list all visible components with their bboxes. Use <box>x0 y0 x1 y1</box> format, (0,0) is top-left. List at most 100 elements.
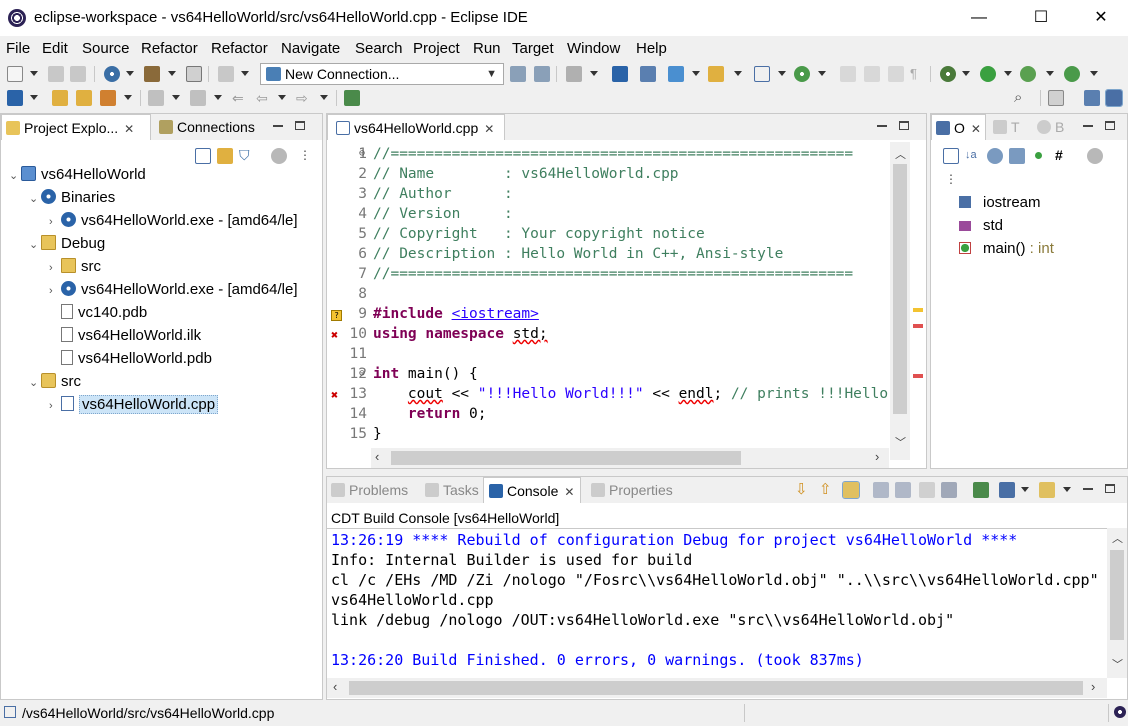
open-perspective-icon[interactable] <box>1048 90 1064 106</box>
outline-item[interactable]: iostream <box>959 194 1041 211</box>
chevron-right-icon[interactable]: › <box>49 216 61 228</box>
maximize-button[interactable]: ☐ <box>1018 0 1064 36</box>
chevron-up-icon[interactable]: ︿ <box>895 146 906 162</box>
tree-item[interactable]: › vs64HelloWorld.exe - [amd64/le] <box>49 212 298 234</box>
tree-item[interactable]: ⌄ vs64HelloWorld <box>9 166 146 188</box>
next-annotation-icon[interactable] <box>148 90 164 106</box>
last-edit-icon[interactable]: ⇐ <box>232 90 248 106</box>
menu-source[interactable]: Source <box>82 40 130 57</box>
console-vertical-scrollbar[interactable]: ︿ ﹀ <box>1107 528 1127 678</box>
show-console-icon[interactable] <box>941 482 957 498</box>
display-console-dropdown-icon[interactable] <box>1021 487 1029 492</box>
scroll-lock-icon[interactable] <box>842 481 860 499</box>
open-console-icon[interactable] <box>1039 482 1055 498</box>
build-dropdown-icon[interactable] <box>168 71 176 76</box>
collapse-all-icon[interactable] <box>943 148 959 164</box>
error-icon[interactable]: ✖ <box>331 329 343 341</box>
outline-item[interactable]: main() : int <box>959 240 1054 257</box>
pencil-icon[interactable] <box>100 90 116 106</box>
maximize-view-icon[interactable] <box>899 121 909 131</box>
tab-project-explorer[interactable]: Project Explo... ✕ <box>1 114 151 140</box>
external-tools-icon[interactable] <box>1064 66 1080 82</box>
back-icon[interactable]: ⇦ <box>256 90 272 106</box>
forward-icon[interactable]: ⇨ <box>296 90 312 106</box>
close-window-button[interactable]: ✕ <box>1078 0 1124 36</box>
warning-icon[interactable]: ? <box>331 310 342 321</box>
debug-dropdown-icon[interactable] <box>962 71 970 76</box>
maximize-view-icon[interactable] <box>1105 484 1115 494</box>
next-error-icon[interactable]: ⇩ <box>795 482 811 498</box>
menu-run[interactable]: Run <box>473 40 501 57</box>
console-vscroll-thumb[interactable] <box>1110 550 1124 640</box>
minimize-view-icon[interactable] <box>1083 487 1093 490</box>
chevron-down-icon[interactable]: ﹀ <box>1112 656 1123 672</box>
chevron-down-icon[interactable]: ⌄ <box>29 192 41 205</box>
tree-item[interactable]: vc140.pdb <box>49 304 147 326</box>
menu-window[interactable]: Window <box>567 40 620 57</box>
next-annotation-dropdown-icon[interactable] <box>172 95 180 100</box>
console-dropdown-icon[interactable] <box>30 95 38 100</box>
binary-icon[interactable] <box>186 66 202 82</box>
menu-search[interactable]: Search <box>355 40 403 57</box>
open-project-icon[interactable] <box>76 90 92 106</box>
fold-toggle-icon[interactable]: ⊖ <box>359 368 365 379</box>
back-dropdown-icon[interactable] <box>278 95 286 100</box>
pencil-dropdown-icon[interactable] <box>124 95 132 100</box>
chevron-down-icon[interactable]: ﹀ <box>895 434 906 450</box>
run-dropdown-icon[interactable] <box>1004 71 1012 76</box>
run-icon[interactable] <box>980 66 996 82</box>
fold-toggle-icon[interactable]: ⊖ <box>359 148 365 159</box>
debug-icon[interactable] <box>940 66 956 82</box>
save-all-icon[interactable] <box>70 66 86 82</box>
skip-breakpoints-icon[interactable] <box>640 66 656 82</box>
editor-horizontal-scrollbar[interactable]: ‹ › <box>371 448 889 468</box>
menu-help[interactable]: Help <box>636 40 667 57</box>
chevron-left-icon[interactable]: ‹ <box>375 449 379 464</box>
search-icon[interactable]: ⌕ <box>1014 90 1030 106</box>
sort-icon[interactable]: ↓a <box>965 148 981 164</box>
warning-marker[interactable] <box>913 308 923 312</box>
error-marker[interactable] <box>913 374 923 378</box>
editor-hscroll-thumb[interactable] <box>391 451 741 465</box>
link-with-editor-icon[interactable] <box>217 148 233 164</box>
open-type-icon[interactable] <box>566 66 582 82</box>
prev-error-icon[interactable]: ⇧ <box>819 482 835 498</box>
terminal-icon[interactable] <box>612 66 628 82</box>
prev-annotation-icon[interactable] <box>190 90 206 106</box>
menu-file[interactable]: File <box>6 40 30 57</box>
new-source-icon[interactable] <box>754 66 770 82</box>
more-options-icon[interactable]: ⋮ <box>299 148 311 164</box>
close-icon[interactable]: ✕ <box>484 122 494 136</box>
chevron-right-icon[interactable]: › <box>49 262 61 274</box>
open-console-icon[interactable] <box>7 90 23 106</box>
build-hammer-icon[interactable] <box>144 66 160 82</box>
menu-target[interactable]: Target <box>512 40 554 57</box>
tab-vs64helloworld-cpp[interactable]: vs64HelloWorld.cpp ✕ <box>327 114 506 140</box>
pilcrow-icon[interactable]: ¶ <box>910 66 926 82</box>
tree-item[interactable]: ⌄ Debug <box>29 235 105 257</box>
chevron-left-icon[interactable]: ‹ <box>333 679 337 694</box>
minimize-view-icon[interactable] <box>1083 124 1093 127</box>
sync-icon[interactable] <box>218 66 234 82</box>
folder-dropdown-icon[interactable] <box>734 71 742 76</box>
console-hscroll-thumb[interactable] <box>349 681 1083 695</box>
build-settings-icon[interactable] <box>104 66 120 82</box>
run-config-icon[interactable] <box>1020 66 1036 82</box>
open-folder-icon[interactable] <box>52 90 68 106</box>
external-tools-dropdown-icon[interactable] <box>1090 71 1098 76</box>
class-dropdown-icon[interactable] <box>692 71 700 76</box>
filter-icon[interactable]: ⛉ <box>239 148 255 164</box>
tree-item[interactable]: › src <box>49 258 101 280</box>
tab-problems[interactable]: Problems <box>331 477 408 503</box>
error-icon[interactable]: ✖ <box>331 389 343 401</box>
eclipse-status-icon[interactable] <box>1114 706 1126 718</box>
minimize-view-icon[interactable] <box>877 124 887 127</box>
type-dropdown-icon[interactable] <box>590 71 598 76</box>
hide-fields-icon[interactable] <box>987 148 1003 164</box>
pin-editor-icon[interactable] <box>344 90 360 106</box>
hide-static-icon[interactable] <box>1009 148 1025 164</box>
tab-tasks[interactable]: Tasks <box>425 477 479 503</box>
chevron-down-icon[interactable]: ⌄ <box>29 376 41 389</box>
new-icon[interactable] <box>7 66 23 82</box>
new-dropdown-icon[interactable] <box>30 71 38 76</box>
